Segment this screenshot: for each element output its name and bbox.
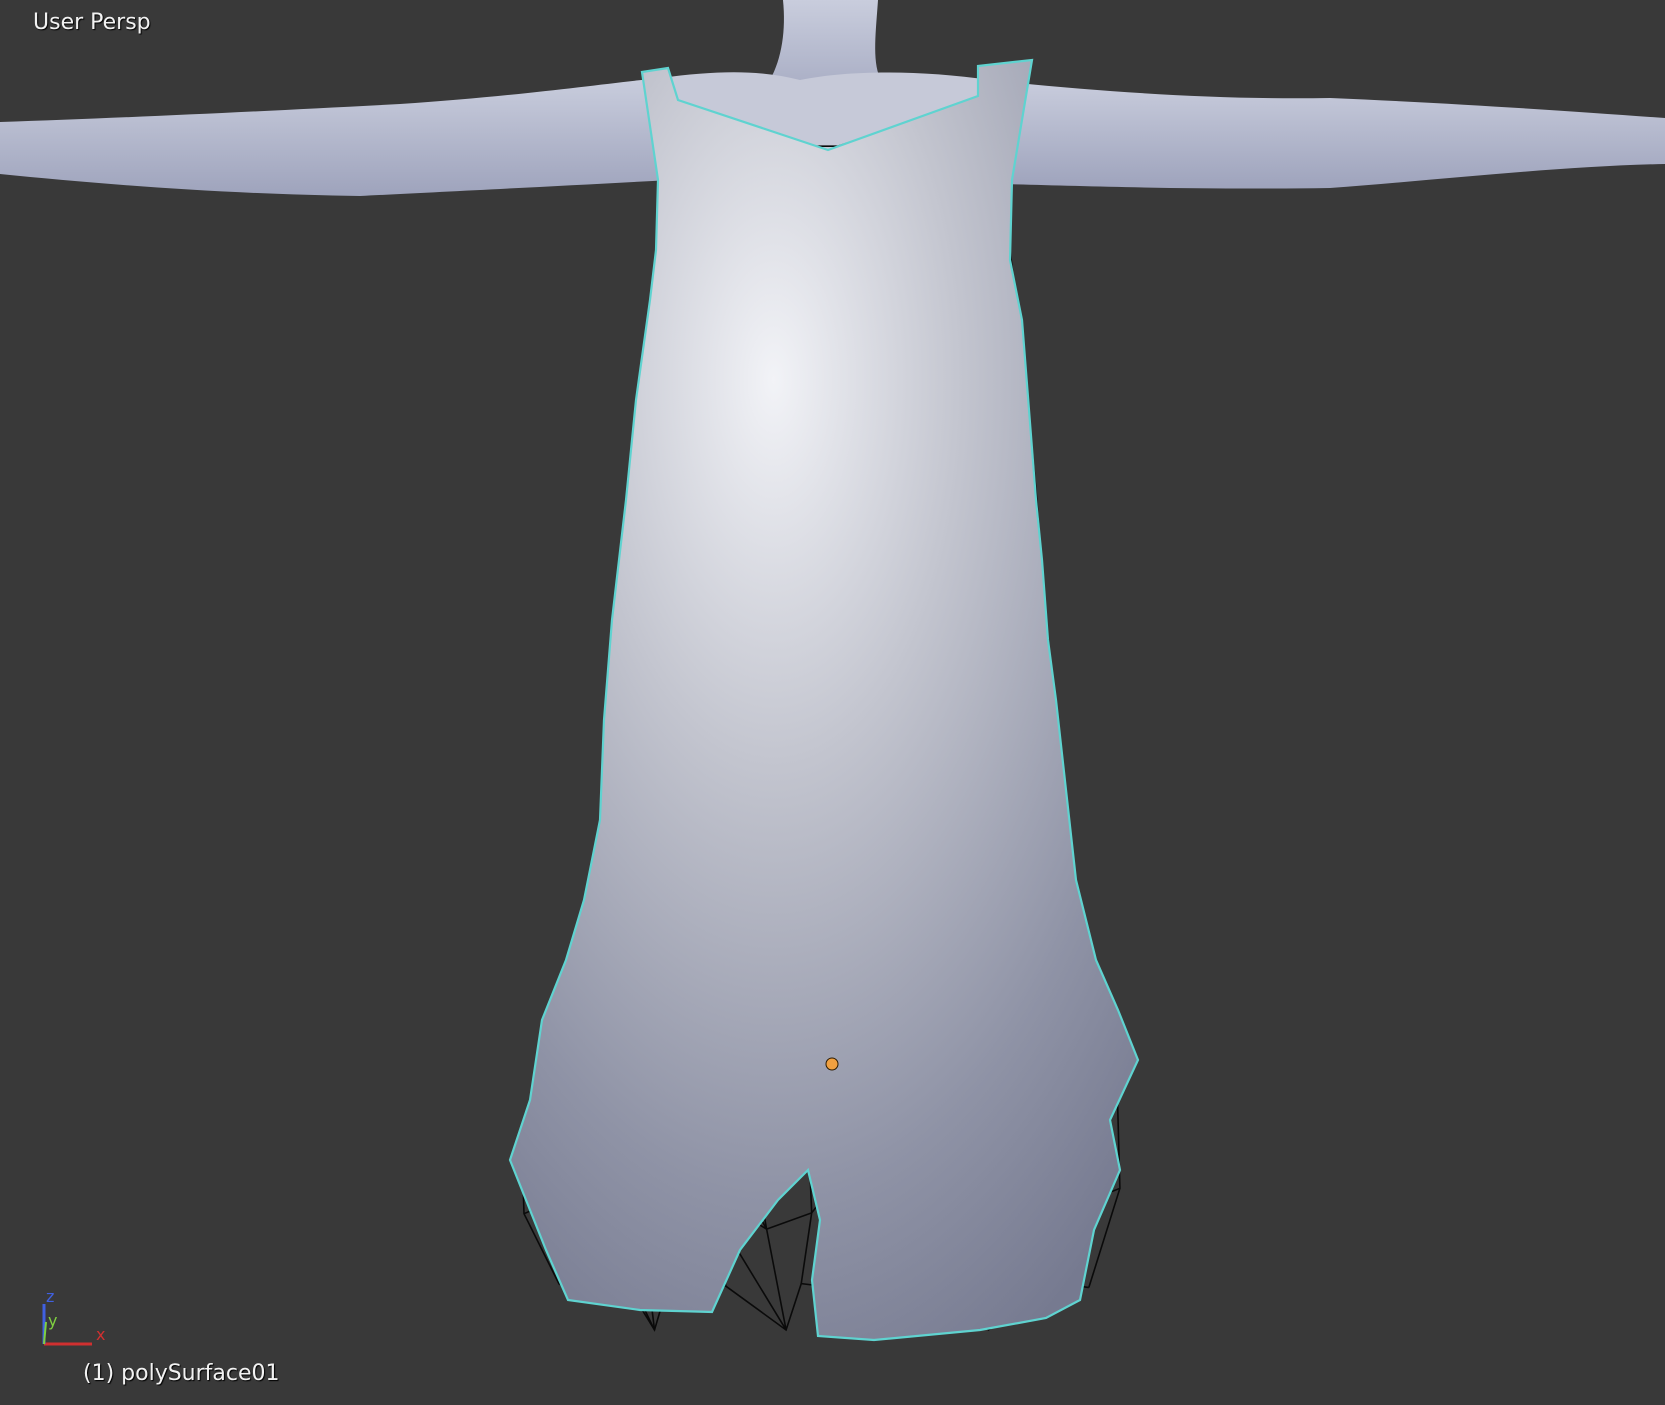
active-object-label: (1) polySurface01: [83, 1361, 280, 1386]
scene-render[interactable]: [0, 0, 1665, 1405]
y-axis-label: y: [48, 1311, 57, 1330]
dress-mesh[interactable]: [508, 58, 1140, 1342]
active-vertex[interactable]: [825, 1057, 839, 1071]
3d-viewport[interactable]: User Persp x y z (1) polySurface01: [0, 0, 1665, 1405]
right-arm: [990, 80, 1665, 189]
axis-gizmo: x y z: [42, 1287, 105, 1346]
selection-outline: [508, 58, 1140, 1342]
z-axis-label: z: [46, 1287, 54, 1306]
view-mode-label: User Persp: [33, 10, 151, 35]
x-axis-label: x: [96, 1325, 105, 1344]
left-arm: [0, 78, 670, 196]
